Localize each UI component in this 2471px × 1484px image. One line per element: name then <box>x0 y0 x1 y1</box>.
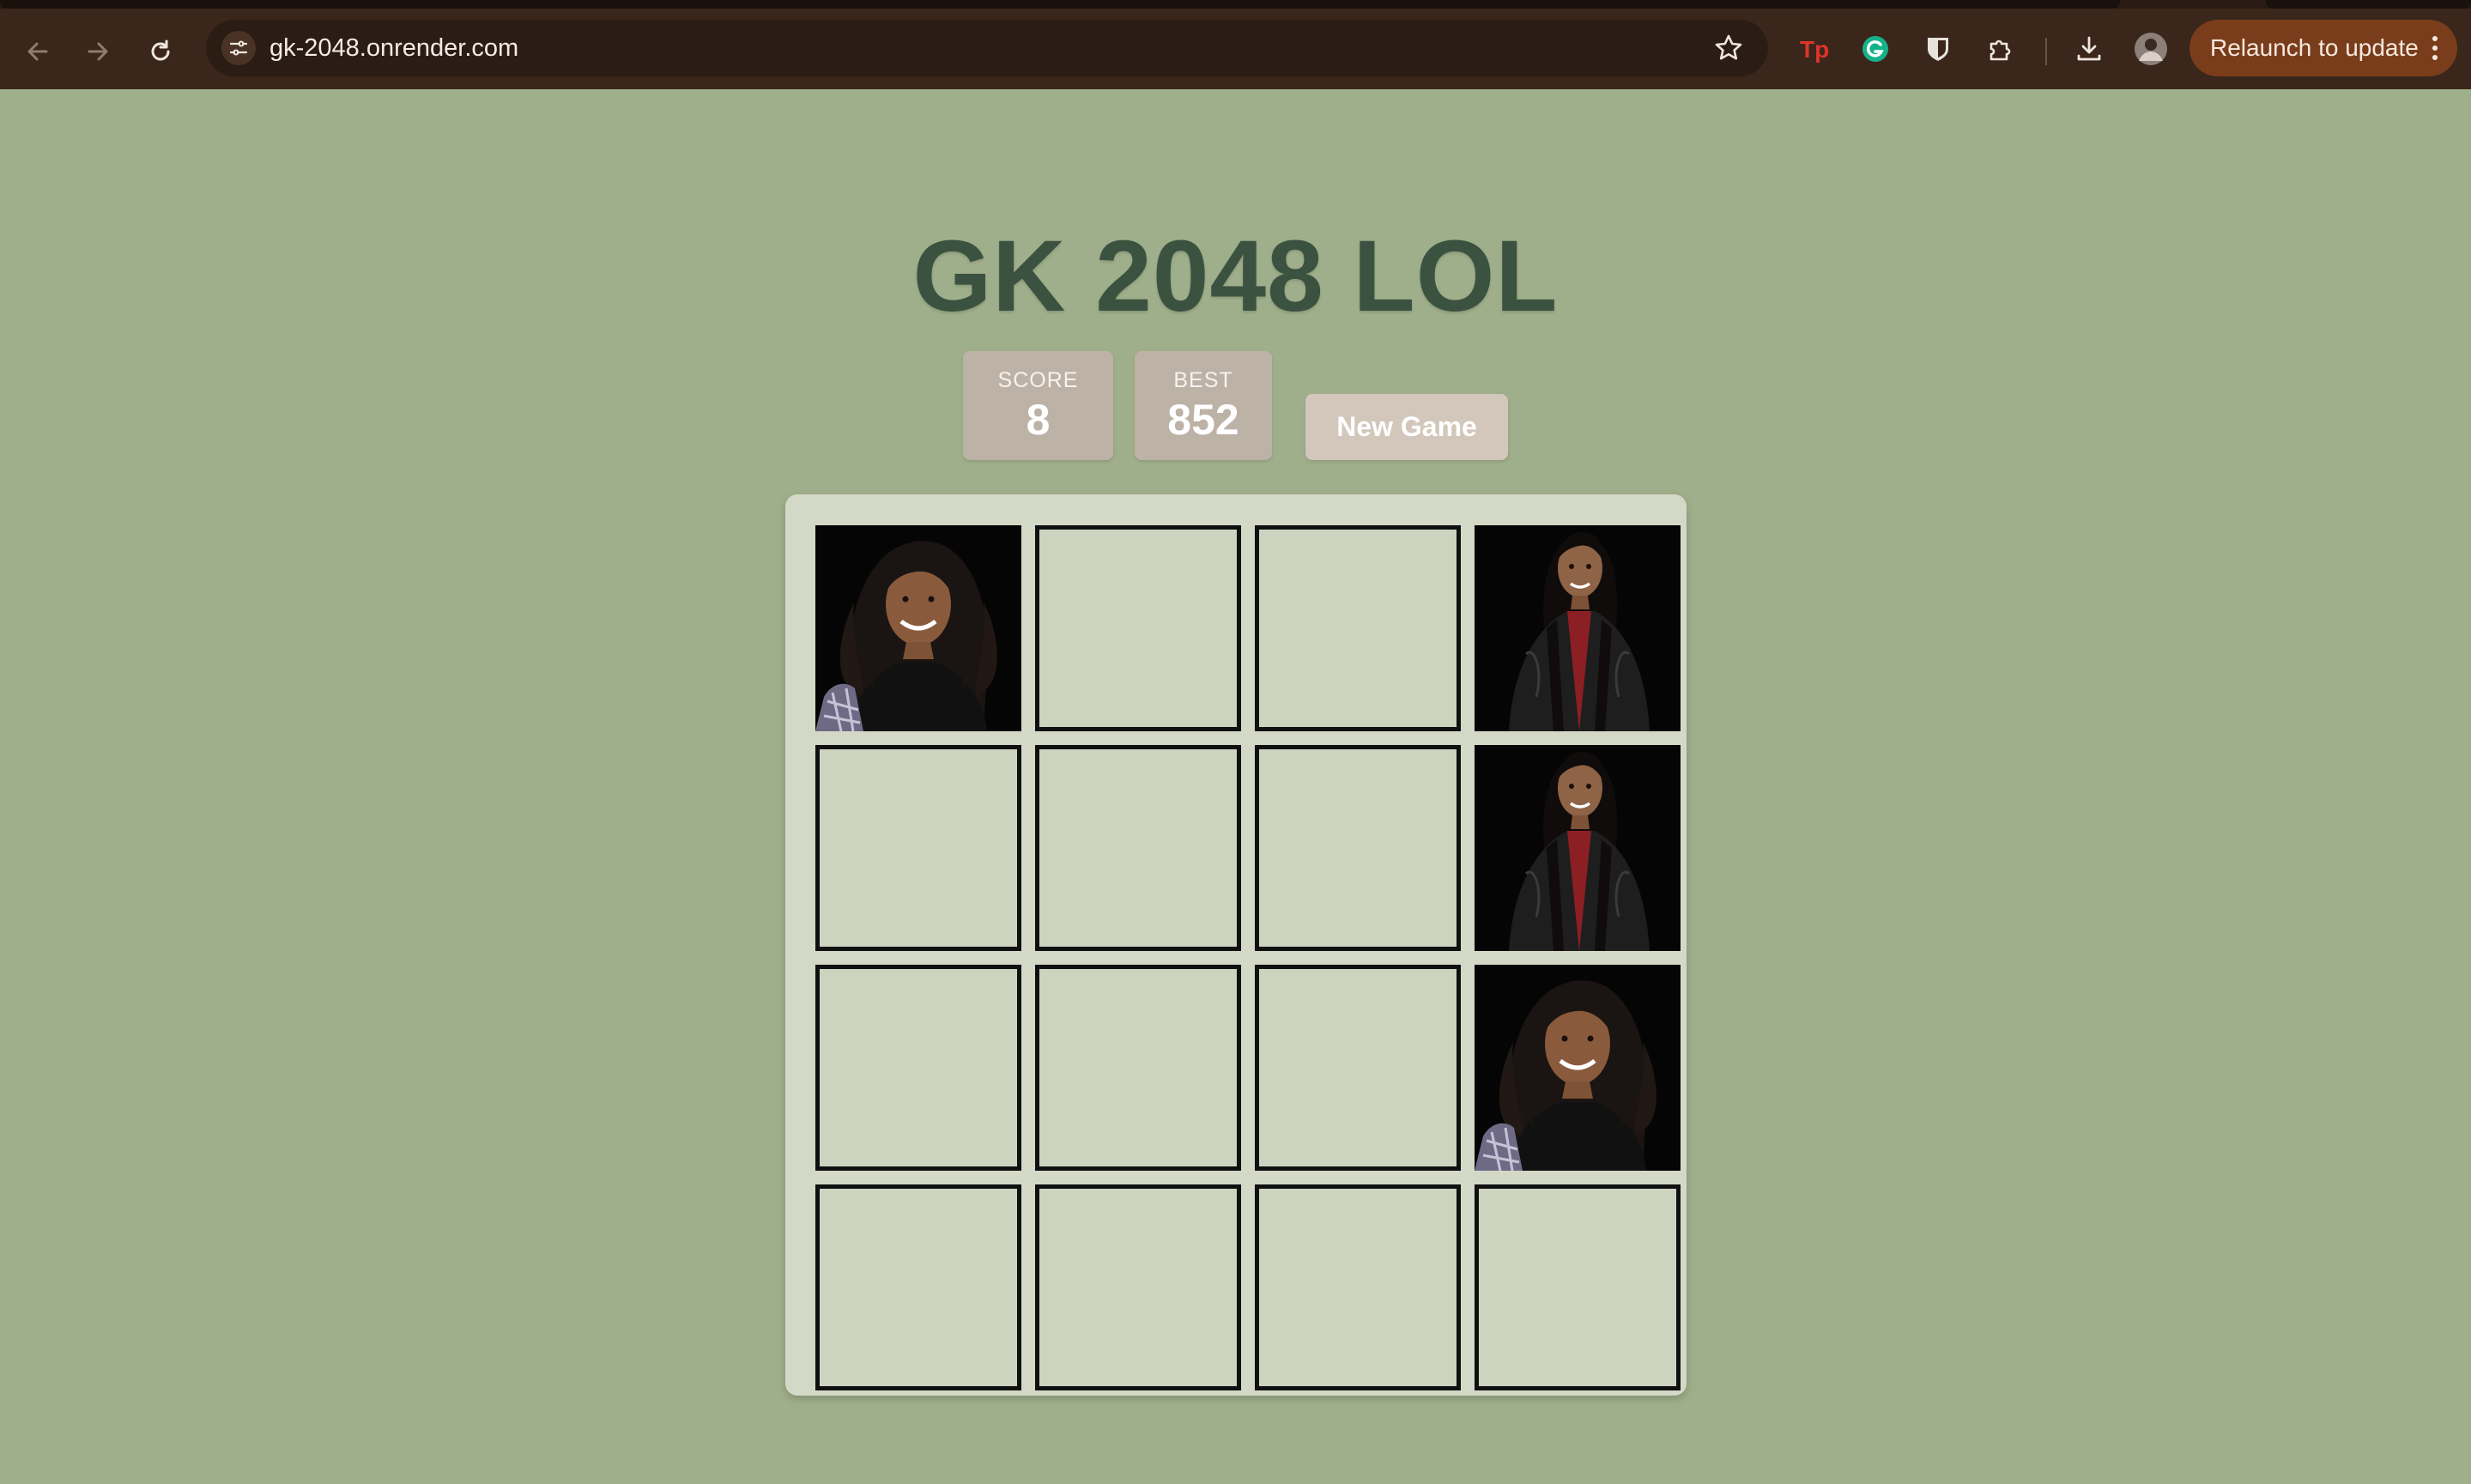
back-arrow-icon <box>27 42 48 61</box>
bitwarden-icon[interactable] <box>1920 31 1956 67</box>
empty-cell <box>815 965 1021 1171</box>
more-menu-icon[interactable] <box>2432 35 2438 61</box>
forward-button[interactable] <box>81 34 115 69</box>
empty-cell <box>1255 1184 1461 1390</box>
empty-cell <box>815 745 1021 951</box>
empty-cell <box>1255 965 1461 1171</box>
reload-button[interactable] <box>143 34 178 69</box>
download-icon[interactable] <box>2071 31 2107 67</box>
new-game-button[interactable]: New Game <box>1305 394 1508 460</box>
grammarly-icon[interactable] <box>1857 31 1893 67</box>
tab-strip <box>0 0 2471 9</box>
empty-cell <box>1255 525 1461 731</box>
forward-arrow-icon <box>88 42 108 61</box>
tile-photo-straight <box>1475 745 1681 951</box>
best-value: 852 <box>1167 396 1239 444</box>
browser-toolbar: gk-2048.onrender.com Tp Relaunch to upda… <box>0 9 2471 89</box>
empty-cell <box>1035 965 1241 1171</box>
toolbar-separator <box>2045 38 2047 65</box>
tile-photo-curly <box>1475 965 1681 1171</box>
active-tab[interactable] <box>0 0 2120 9</box>
address-bar[interactable]: gk-2048.onrender.com <box>206 20 1768 76</box>
bookmark-star-icon[interactable] <box>1713 33 1744 64</box>
tp-extension-icon[interactable]: Tp <box>1796 31 1832 67</box>
empty-cell <box>1035 1184 1241 1390</box>
profile-avatar[interactable] <box>2133 31 2169 67</box>
empty-cell <box>1035 745 1241 951</box>
score-box: SCORE 8 <box>963 351 1113 460</box>
inactive-tab[interactable] <box>2266 0 2471 9</box>
best-label: BEST <box>1173 368 1233 392</box>
score-value: 8 <box>1026 396 1051 444</box>
url-text[interactable]: gk-2048.onrender.com <box>270 20 518 76</box>
reload-icon <box>151 39 170 61</box>
site-info-icon[interactable] <box>221 31 256 65</box>
empty-cell <box>1255 745 1461 951</box>
back-button[interactable] <box>21 34 55 69</box>
game-board <box>785 494 1687 1396</box>
tile-photo-curly <box>815 525 1021 731</box>
empty-cell <box>815 1184 1021 1390</box>
score-label: SCORE <box>997 368 1079 392</box>
svg-text:Tp: Tp <box>1800 36 1829 63</box>
extensions-puzzle-icon[interactable] <box>1983 31 2019 67</box>
empty-cell <box>1035 525 1241 731</box>
best-box: BEST 852 <box>1135 351 1272 460</box>
tile-photo-straight <box>1475 525 1681 731</box>
game-title: GK 2048 LOL <box>912 220 1559 333</box>
relaunch-label: Relaunch to update <box>2210 34 2419 61</box>
relaunch-button[interactable]: Relaunch to update <box>2189 20 2457 76</box>
empty-cell <box>1475 1184 1681 1390</box>
